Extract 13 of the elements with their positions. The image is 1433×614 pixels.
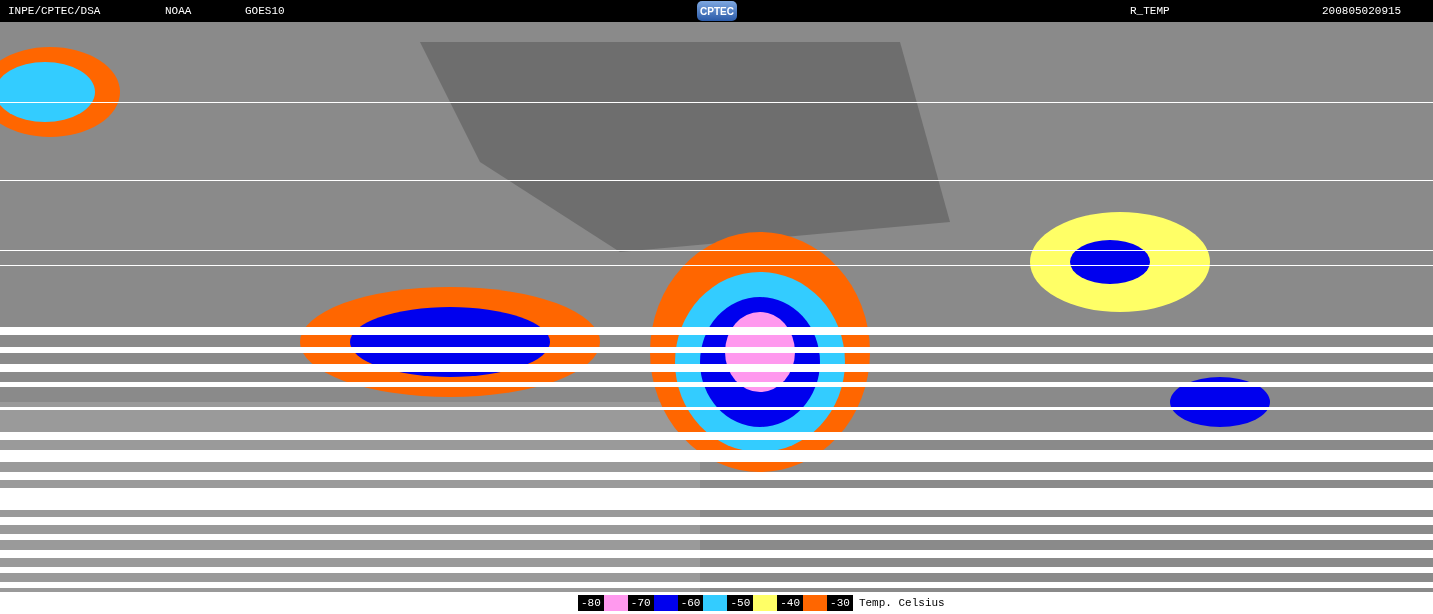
logo: CPTEC [697,1,737,21]
header-label: R_TEMP [1130,5,1171,17]
header-label: NOAA [165,5,193,17]
header-label: GOES10 [245,5,286,17]
header-label: 200805020915 [1322,5,1403,17]
legend-label: -30 [827,595,853,611]
legend-label: -70 [627,595,654,611]
legend-label: -40 [777,595,804,611]
legend-label: -80 [578,595,604,611]
legend-label: -50 [727,595,754,611]
legend-unit: Temp. Celsius [858,597,945,609]
header-label: INPE/CPTEC/DSA [8,5,102,17]
legend-label: -60 [677,595,704,611]
